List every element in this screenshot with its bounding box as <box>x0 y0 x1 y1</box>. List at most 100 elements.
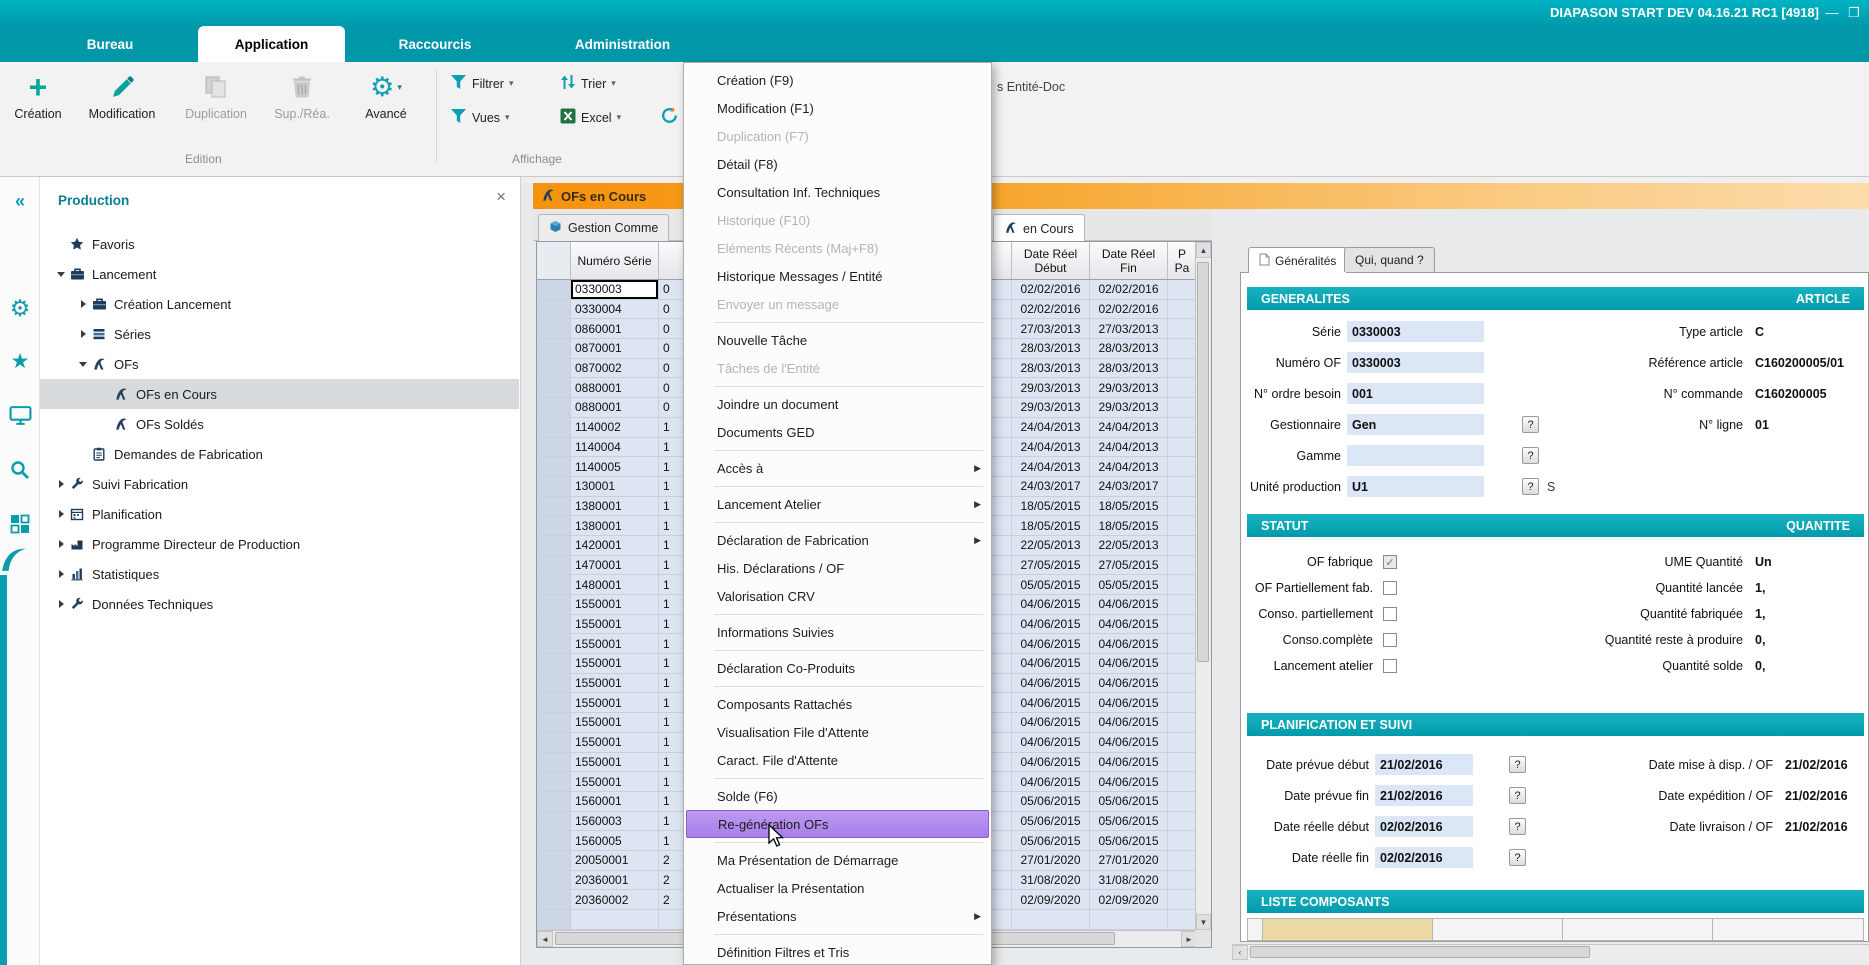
row-selector[interactable] <box>537 871 571 891</box>
cell-numero-serie[interactable]: 1550001 <box>571 595 659 615</box>
sidebar-tree-item[interactable]: Séries <box>40 319 519 349</box>
cell-date-reel-debut[interactable]: 05/06/2015 <box>1012 792 1090 812</box>
scroll-left-icon[interactable]: ◄ <box>537 931 553 947</box>
context-menu-item[interactable]: Visualisation File d'Attente ▶ <box>684 718 991 746</box>
cell-partial[interactable] <box>1168 438 1197 458</box>
sidebar-tree-item[interactable]: Création Lancement <box>40 289 519 319</box>
cell-numero-serie[interactable]: 1550001 <box>571 674 659 694</box>
cell-date-reel-debut[interactable]: 24/04/2013 <box>1012 418 1090 438</box>
field-input[interactable] <box>1347 445 1484 466</box>
cell-date-reel-debut[interactable]: 27/03/2013 <box>1012 319 1090 339</box>
cell-numero-serie[interactable]: 1140002 <box>571 418 659 438</box>
sidebar-tree-item[interactable]: Données Techniques <box>40 589 519 619</box>
cell-numero-serie[interactable]: 1560003 <box>571 812 659 832</box>
cell-date-reel-debut[interactable]: 04/06/2015 <box>1012 634 1090 654</box>
composants-selector-cell[interactable] <box>1247 918 1263 941</box>
row-selector[interactable] <box>537 516 571 536</box>
row-selector[interactable] <box>537 556 571 576</box>
cell-date-reel-debut[interactable]: 24/03/2017 <box>1012 477 1090 497</box>
tree-chevron-icon[interactable] <box>52 510 70 518</box>
context-menu-item[interactable]: Informations Suivies ▶ <box>684 618 991 646</box>
refresh-button[interactable] <box>660 106 679 128</box>
cell-date-reel-fin[interactable]: 18/05/2015 <box>1090 497 1168 517</box>
cell-date-reel-fin[interactable]: 31/08/2020 <box>1090 871 1168 891</box>
cell-date-reel-fin[interactable]: 29/03/2013 <box>1090 378 1168 398</box>
cell-numero-serie[interactable]: 20360002 <box>571 890 659 910</box>
row-selector[interactable] <box>537 497 571 517</box>
cell-date-reel-fin[interactable]: 29/03/2013 <box>1090 398 1168 418</box>
tree-chevron-icon[interactable] <box>74 330 92 338</box>
sidebar-tree-item[interactable]: OFs en Cours <box>40 379 519 409</box>
row-selector[interactable] <box>537 890 571 910</box>
cell-date-reel-debut[interactable]: 22/05/2013 <box>1012 536 1090 556</box>
tree-chevron-icon[interactable] <box>74 357 92 371</box>
cell-date-reel-fin[interactable]: 02/02/2016 <box>1090 300 1168 320</box>
cell-date-reel-fin[interactable]: 27/01/2020 <box>1090 851 1168 871</box>
row-selector[interactable] <box>537 477 571 497</box>
cell-numero-serie[interactable]: 1550001 <box>571 693 659 713</box>
cell-partial[interactable] <box>1168 516 1197 536</box>
cell-numero-serie[interactable]: 1560001 <box>571 792 659 812</box>
row-selector[interactable] <box>537 812 571 832</box>
context-menu-item[interactable]: Modification (F1) ▶ <box>684 94 991 122</box>
cell-date-reel-debut[interactable]: 04/06/2015 <box>1012 654 1090 674</box>
cell-date-reel-debut[interactable] <box>1012 910 1090 930</box>
tree-chevron-icon[interactable] <box>52 480 70 488</box>
cell-numero-serie[interactable] <box>571 910 659 930</box>
rail-star-icon[interactable]: ★ <box>0 349 40 374</box>
header-selector[interactable] <box>537 242 571 279</box>
context-menu-item[interactable]: Nouvelle Tâche ▶ <box>684 326 991 354</box>
cell-numero-serie[interactable]: 1550001 <box>571 713 659 733</box>
context-menu-item[interactable]: Définition Filtres et Tris ▶ <box>684 938 991 965</box>
context-menu-item[interactable]: Consultation Inf. Techniques ▶ <box>684 178 991 206</box>
sidebar-tree-item[interactable]: Suivi Fabrication <box>40 469 519 499</box>
row-selector[interactable] <box>537 575 571 595</box>
maximize-icon[interactable]: ❐ <box>1845 5 1863 21</box>
cell-partial[interactable] <box>1168 378 1197 398</box>
checkbox[interactable] <box>1383 607 1397 621</box>
cell-partial[interactable] <box>1168 477 1197 497</box>
vertical-scroll-thumb[interactable] <box>1197 262 1209 662</box>
rail-gear-icon[interactable]: ⚙ <box>0 295 40 322</box>
help-button[interactable]: ? <box>1522 447 1539 464</box>
cell-date-reel-debut[interactable]: 04/06/2015 <box>1012 595 1090 615</box>
cell-date-reel-debut[interactable]: 05/05/2015 <box>1012 575 1090 595</box>
context-menu-item[interactable]: Présentations ▶ <box>684 902 991 930</box>
cell-date-reel-debut[interactable]: 28/03/2013 <box>1012 359 1090 379</box>
row-selector[interactable] <box>537 615 571 635</box>
rail-search-icon[interactable] <box>0 459 40 484</box>
row-selector[interactable] <box>537 536 571 556</box>
cell-numero-serie[interactable]: 1550001 <box>571 634 659 654</box>
cell-numero-serie[interactable]: 1550001 <box>571 753 659 773</box>
cell-date-reel-debut[interactable]: 18/05/2015 <box>1012 497 1090 517</box>
context-menu-item[interactable]: Détail (F8) ▶ <box>684 150 991 178</box>
context-menu-item[interactable]: Caract. File d'Attente ▶ <box>684 746 991 774</box>
scroll-down-icon[interactable]: ▼ <box>1196 914 1211 930</box>
cell-date-reel-debut[interactable]: 31/08/2020 <box>1012 871 1090 891</box>
cell-date-reel-debut[interactable]: 04/06/2015 <box>1012 693 1090 713</box>
cell-partial[interactable] <box>1168 536 1197 556</box>
tab-administration[interactable]: Administration <box>545 26 700 62</box>
cell-numero-serie[interactable]: 1140004 <box>571 438 659 458</box>
cell-numero-serie[interactable]: 0870002 <box>571 359 659 379</box>
row-selector[interactable] <box>537 772 571 792</box>
help-button[interactable]: ? <box>1509 849 1526 866</box>
panel-scroll-thumb[interactable] <box>1250 946 1590 958</box>
tree-chevron-icon[interactable] <box>52 570 70 578</box>
cell-numero-serie[interactable]: 0330004 <box>571 300 659 320</box>
cell-date-reel-fin[interactable]: 05/06/2015 <box>1090 812 1168 832</box>
header-partial[interactable]: P Pa <box>1168 242 1197 279</box>
field-input[interactable]: 02/02/2016 <box>1375 816 1473 837</box>
rail-grid-icon[interactable] <box>0 513 40 538</box>
cell-partial[interactable] <box>1168 359 1197 379</box>
cell-date-reel-debut[interactable]: 02/09/2020 <box>1012 890 1090 910</box>
cell-partial[interactable] <box>1168 812 1197 832</box>
row-selector[interactable] <box>537 654 571 674</box>
context-menu-item[interactable]: His. Déclarations / OF ▶ <box>684 554 991 582</box>
panel-horizontal-scrollbar[interactable]: ‹ <box>1232 944 1869 960</box>
cell-partial[interactable] <box>1168 418 1197 438</box>
cell-numero-serie[interactable]: 1140005 <box>571 457 659 477</box>
row-selector[interactable] <box>537 339 571 359</box>
cell-date-reel-debut[interactable]: 24/04/2013 <box>1012 457 1090 477</box>
cell-date-reel-debut[interactable]: 27/05/2015 <box>1012 556 1090 576</box>
